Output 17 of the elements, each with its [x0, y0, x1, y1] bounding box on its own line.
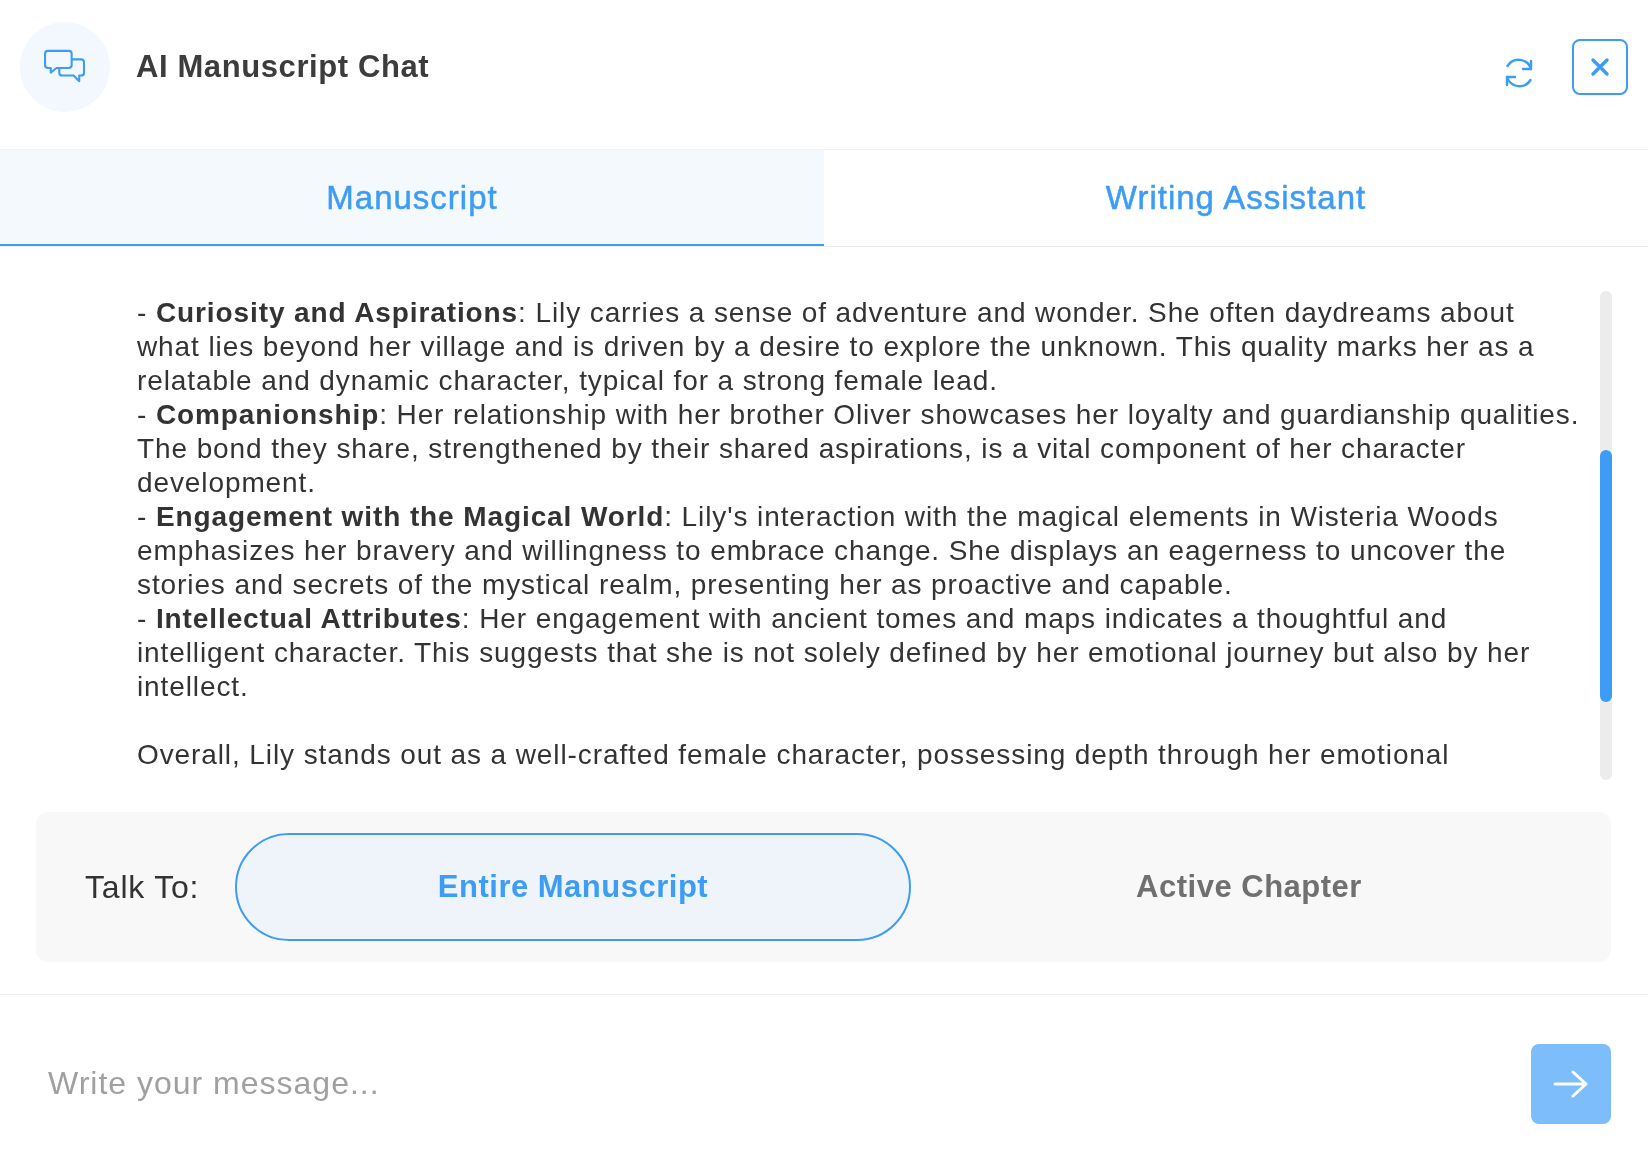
close-button[interactable] — [1572, 38, 1628, 95]
close-icon — [1590, 56, 1610, 77]
tab[interactable]: Manuscript — [0, 150, 824, 246]
send-button[interactable] — [1531, 1043, 1611, 1124]
response-paragraph: - Companionship: Her relationship with her brother Oliver showcases her loyalty and guardianship qualities. The bond they share, strengthened by their shared aspirations, is a vital component of her character development. — [137, 398, 1581, 500]
message-input[interactable]: Write your message... — [48, 1065, 1511, 1102]
scrollbar-track[interactable] — [1600, 291, 1612, 780]
talk-to-label: Talk To: — [85, 868, 201, 906]
scope-option[interactable]: Entire Manuscript — [235, 833, 911, 941]
window-title: AI Manuscript Chat — [136, 48, 430, 85]
scope-option[interactable]: Active Chapter — [911, 833, 1587, 941]
scrollbar-thumb[interactable] — [1600, 450, 1612, 702]
response-paragraph: Overall, Lily stands out as a well-crafted female character, possessing depth through her emotional — [137, 738, 1451, 772]
response-paragraph: - Intellectual Attributes: Her engagement with ancient tomes and maps indicates a thoughtful and intelligent character. This suggests that she is not solely defined by her emotional journey but also by her intellect. — [137, 602, 1532, 704]
arrow-right-icon — [1553, 1068, 1589, 1099]
response-paragraph: - Curiosity and Aspirations: Lily carries a sense of adventure and wonder. She often daydreams about what lies beyond her village and is driven by a desire to explore the unknown. This quality marks her as a relatable and dynamic character, typical for a strong female lead. — [137, 296, 1536, 398]
response-paragraph: - Engagement with the Magical World: Lily's interaction with the magical elements in Wisteria Woods emphasizes her bravery and willingness to embrace change. She displays an eagerness to uncover the stories and secrets of the mystical realm, presenting her as proactive and capable. — [137, 500, 1508, 602]
